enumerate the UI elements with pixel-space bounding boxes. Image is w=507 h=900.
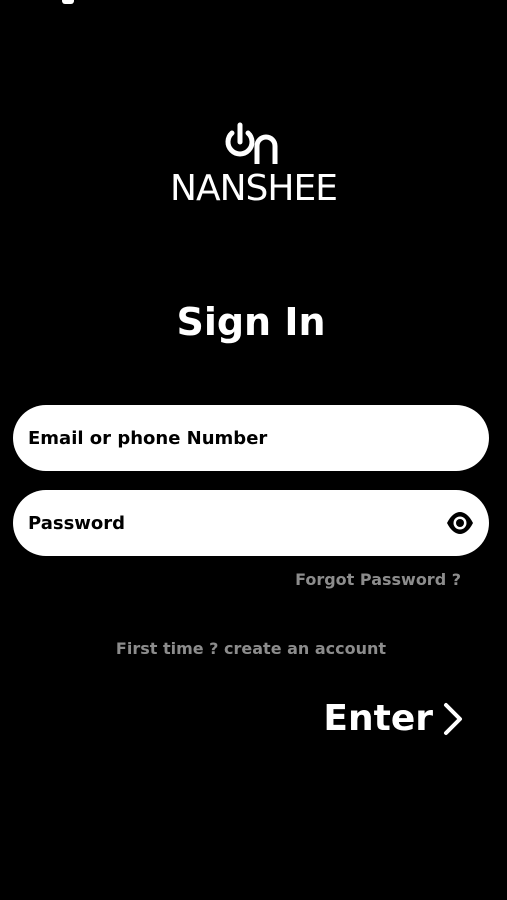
power-on-logo-icon <box>225 122 278 164</box>
status-bar-indicator <box>62 0 74 4</box>
email-field[interactable] <box>13 405 489 471</box>
password-input[interactable] <box>28 490 428 556</box>
page-title: Sign In <box>176 300 326 344</box>
brand-logo: NANSHEE <box>0 122 507 212</box>
email-input[interactable] <box>28 405 428 471</box>
create-account-link[interactable]: First time ? create an account <box>0 638 502 660</box>
enter-label: Enter <box>323 698 433 739</box>
brand-name: NANSHEE <box>170 168 338 209</box>
password-field[interactable] <box>13 490 489 556</box>
forgot-password-link[interactable]: Forgot Password ? <box>295 569 461 591</box>
eye-icon[interactable] <box>445 510 475 536</box>
enter-button[interactable]: Enter <box>323 693 463 745</box>
chevron-right-icon <box>444 703 462 735</box>
